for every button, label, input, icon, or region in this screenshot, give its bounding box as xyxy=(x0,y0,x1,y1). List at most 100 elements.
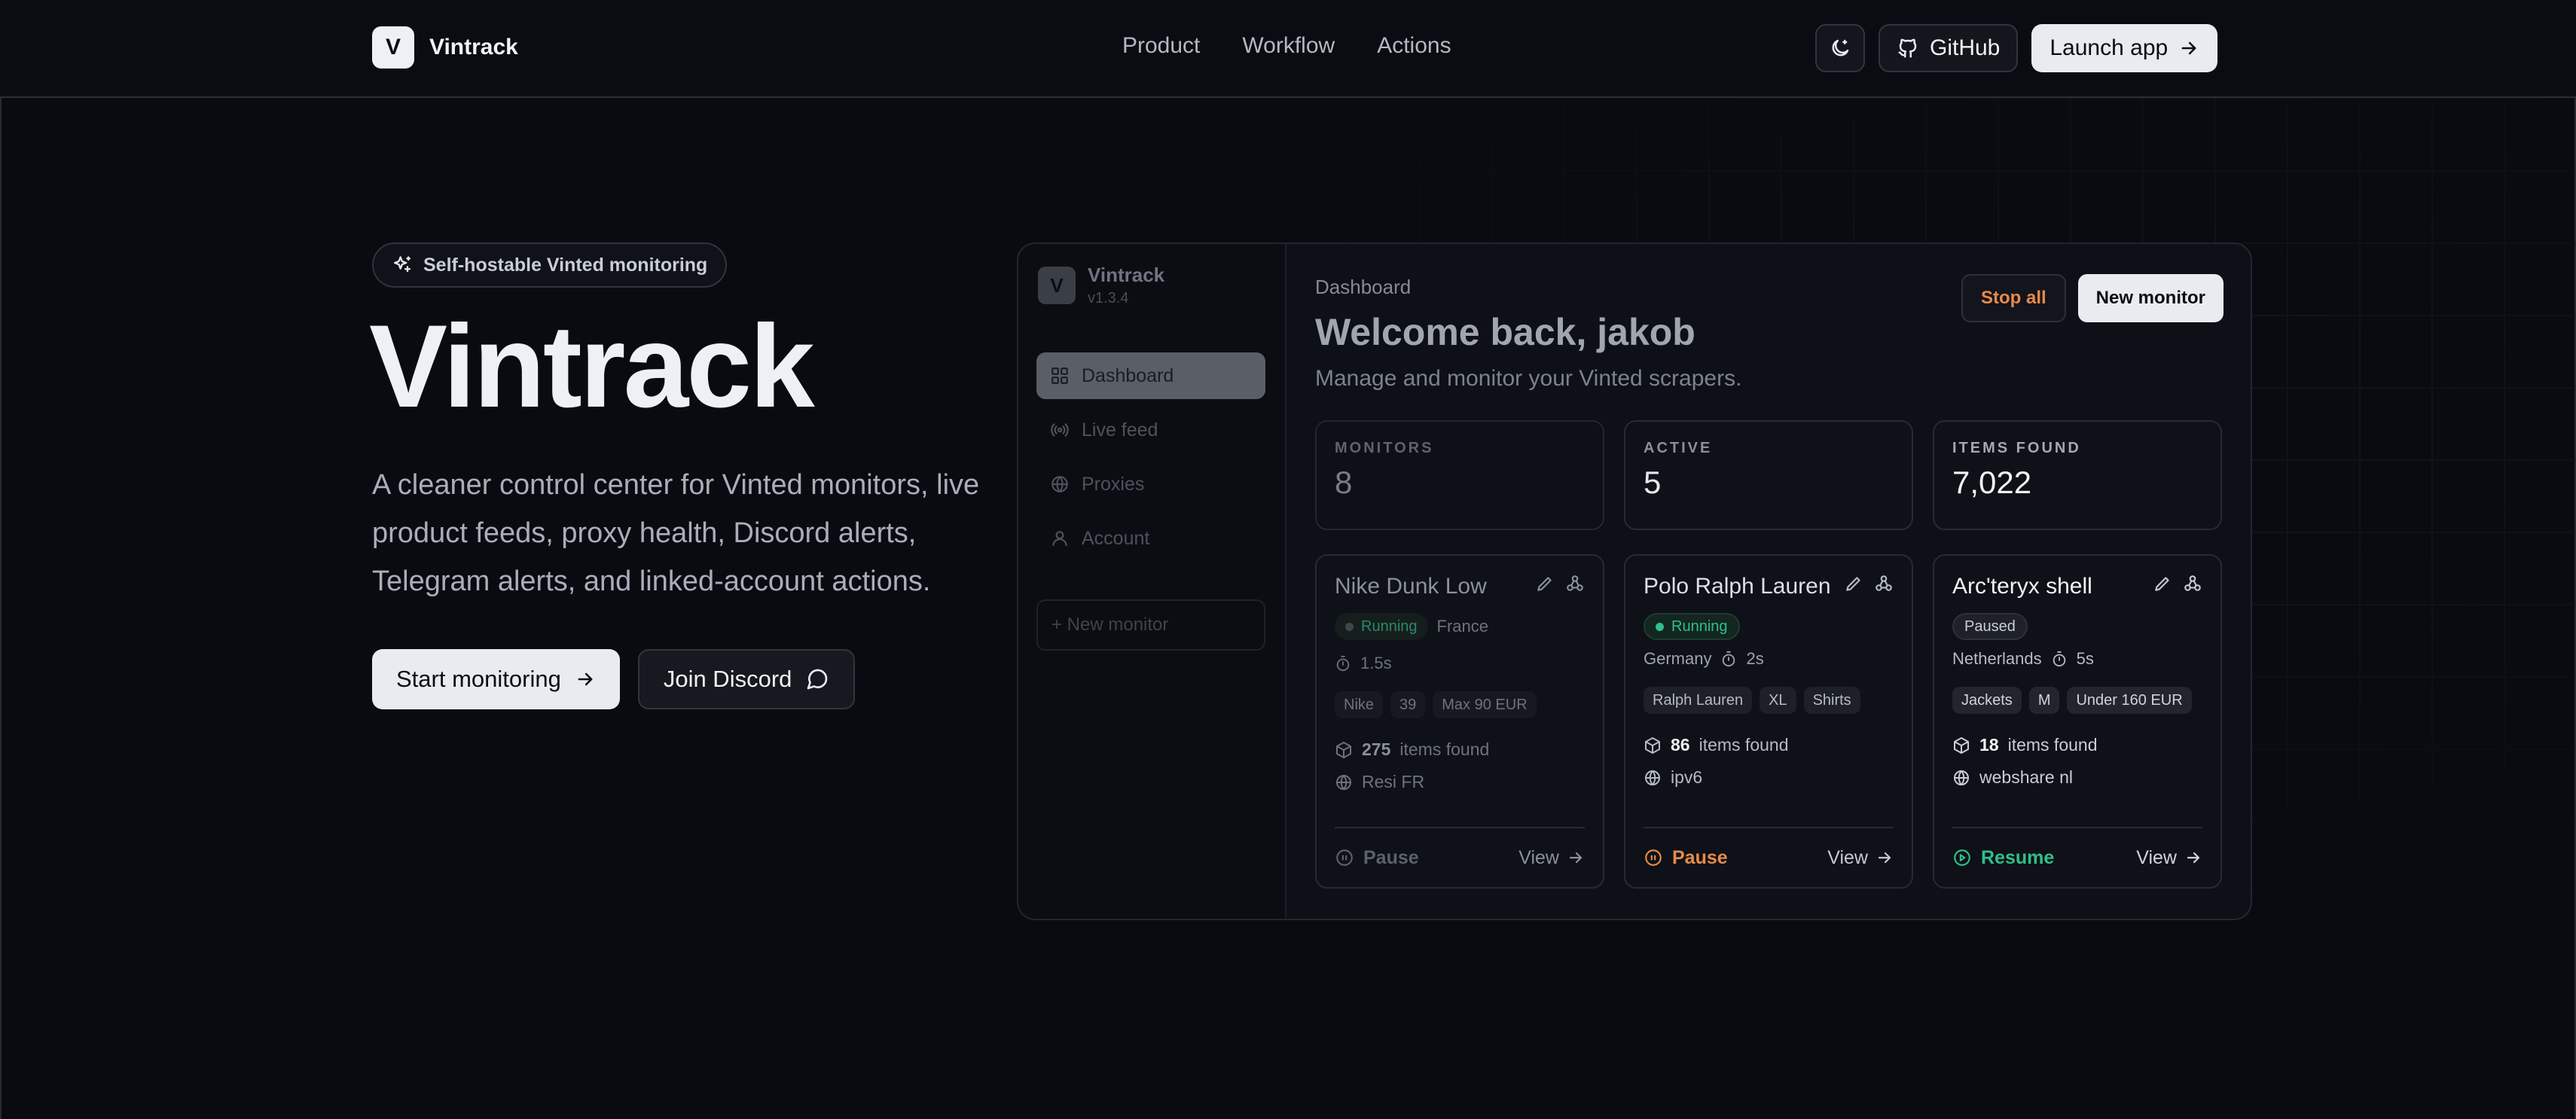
stat-label: MONITORS xyxy=(1335,440,1434,456)
interval-value: 2s xyxy=(1746,649,1764,668)
filter-tags: Jackets M Under 160 EUR xyxy=(1952,687,2202,714)
sidebar-item-label: Proxies xyxy=(1082,473,1145,495)
welcome-heading: Welcome back, jakob xyxy=(1315,311,1695,353)
sidebar-new-monitor-button[interactable]: + New monitor xyxy=(1036,599,1265,651)
view-label: View xyxy=(2136,846,2177,868)
filter-tags: Nike 39 Max 90 EUR xyxy=(1335,691,1585,718)
monitor-card[interactable]: Nike Dunk Low Running France 1.5s Nike 3… xyxy=(1315,554,1604,889)
user-icon xyxy=(1052,531,1067,546)
nav-links: Product Workflow Actions xyxy=(1122,33,1451,59)
card-footer: Resume View xyxy=(1952,827,2202,887)
stat-card-items-found: ITEMS FOUND 7,022 xyxy=(1933,420,2222,530)
card-icons xyxy=(1535,574,1585,593)
dashboard-actions: Stop all New monitor xyxy=(1961,274,2223,322)
stats-row: MONITORS 8 ACTIVE 5 ITEMS FOUND 7,022 xyxy=(1315,420,2222,530)
proxy-name: ipv6 xyxy=(1671,767,1703,787)
items-label: items found xyxy=(2007,735,2098,755)
status-text: Paused xyxy=(1964,617,2016,635)
monitor-card[interactable]: Polo Ralph Lauren Running Germany 2s Ral… xyxy=(1624,554,1913,889)
interval-value: 1.5s xyxy=(1360,654,1392,672)
stat-value: 8 xyxy=(1335,465,1353,500)
pause-button[interactable]: Pause xyxy=(1644,847,1728,869)
items-count: 275 xyxy=(1362,739,1391,759)
sidebar-nav: Dashboard Live feed Proxies Account xyxy=(1036,352,1265,569)
stop-all-button[interactable]: Stop all xyxy=(1961,274,2066,322)
interval-row: Germany 2s xyxy=(1644,649,1894,669)
webhook-icon[interactable] xyxy=(1565,574,1585,593)
nav-link-actions[interactable]: Actions xyxy=(1377,33,1451,59)
pencil-icon[interactable] xyxy=(2153,574,2172,593)
items-label: items found xyxy=(1699,735,1789,755)
join-discord-button[interactable]: Join Discord xyxy=(637,649,856,709)
card-icons xyxy=(2153,574,2202,593)
stat-card-active: ACTIVE 5 xyxy=(1624,420,1913,530)
launch-app-button[interactable]: Launch app xyxy=(2031,24,2218,72)
card-footer: Pause View xyxy=(1644,827,1894,887)
globe-icon xyxy=(1954,770,1969,785)
card-icons xyxy=(1844,574,1894,593)
monitor-stats: 275 items found Resi FR xyxy=(1335,739,1585,792)
country-label: Germany xyxy=(1644,649,1712,668)
theme-toggle-button[interactable] xyxy=(1815,24,1865,72)
stat-card-monitors: MONITORS 8 xyxy=(1315,420,1604,530)
github-label: GitHub xyxy=(1930,35,2001,60)
start-monitoring-label: Start monitoring xyxy=(396,666,561,692)
proxy-line: ipv6 xyxy=(1644,767,1894,788)
hero-pill-text: Self-hostable Vinted monitoring xyxy=(423,254,708,276)
monitor-card[interactable]: Arc'teryx shell Paused Netherlands 5s Ja xyxy=(1933,554,2222,889)
dashboard-preview: V Vintrack v1.3.4 Dashboard Live feed Pr… xyxy=(1017,242,2252,920)
status-row: Running xyxy=(1644,613,1894,640)
sidebar-item-dashboard[interactable]: Dashboard xyxy=(1036,352,1265,399)
webhook-icon[interactable] xyxy=(1874,574,1894,593)
status-dot xyxy=(1345,622,1354,631)
sidebar-item-live-feed[interactable]: Live feed xyxy=(1036,407,1265,453)
package-icon xyxy=(1954,736,1969,754)
layout-grid-icon xyxy=(1051,367,1068,384)
launch-app-label: Launch app xyxy=(2050,35,2169,60)
globe-icon xyxy=(1336,774,1351,790)
nav-link-workflow[interactable]: Workflow xyxy=(1242,33,1335,59)
pencil-icon[interactable] xyxy=(1844,574,1863,593)
arrow-right-icon xyxy=(578,672,593,686)
brand[interactable]: V Vintrack xyxy=(372,26,518,69)
start-monitoring-button[interactable]: Start monitoring xyxy=(372,649,620,709)
arrow-right-icon xyxy=(2181,41,2196,55)
filter-tag: Max 90 EUR xyxy=(1433,691,1537,718)
filter-tag: Nike xyxy=(1335,691,1384,718)
view-link[interactable]: View xyxy=(1827,847,1894,869)
pause-button[interactable]: Pause xyxy=(1335,847,1419,869)
sidebar-logo: V xyxy=(1038,267,1076,304)
new-monitor-button[interactable]: New monitor xyxy=(2077,274,2223,322)
filter-tag: Ralph Lauren xyxy=(1644,687,1753,714)
filter-tag: M xyxy=(2028,687,2060,714)
nav-link-product[interactable]: Product xyxy=(1122,33,1200,59)
items-count: 18 xyxy=(1979,735,1999,755)
github-button[interactable]: GitHub xyxy=(1879,24,2019,72)
status-row: Running France xyxy=(1335,613,1585,640)
view-label: View xyxy=(1827,846,1868,868)
moon-icon xyxy=(1832,39,1849,56)
filter-tag: Under 160 EUR xyxy=(2067,687,2192,714)
sidebar-item-account[interactable]: Account xyxy=(1036,515,1265,562)
sidebar-item-proxies[interactable]: Proxies xyxy=(1036,461,1265,508)
status-badge: Running xyxy=(1644,613,1740,640)
monitor-stats: 18 items found webshare nl xyxy=(1952,735,2202,788)
hero-pill-badge: Self-hostable Vinted monitoring xyxy=(372,242,728,288)
monitor-cards: Nike Dunk Low Running France 1.5s Nike 3… xyxy=(1315,554,2222,889)
breadcrumb: Dashboard xyxy=(1315,276,1412,298)
status-text: Running xyxy=(1671,617,1728,635)
resume-button[interactable]: Resume xyxy=(1952,847,2054,869)
message-circle-icon xyxy=(807,669,828,690)
card-footer: Pause View xyxy=(1335,827,1585,887)
package-icon xyxy=(1336,741,1351,758)
pause-label: Pause xyxy=(1363,846,1419,868)
proxy-name: webshare nl xyxy=(1979,767,2074,787)
pencil-icon[interactable] xyxy=(1535,574,1555,593)
hero-cta-row: Start monitoring Join Discord xyxy=(372,649,856,709)
view-link[interactable]: View xyxy=(1518,847,1585,869)
monitor-stats: 86 items found ipv6 xyxy=(1644,735,1894,788)
view-link[interactable]: View xyxy=(2136,847,2202,869)
proxy-line: webshare nl xyxy=(1952,767,2202,788)
webhook-icon[interactable] xyxy=(2183,574,2202,593)
arrow-right-icon xyxy=(1878,852,1891,864)
